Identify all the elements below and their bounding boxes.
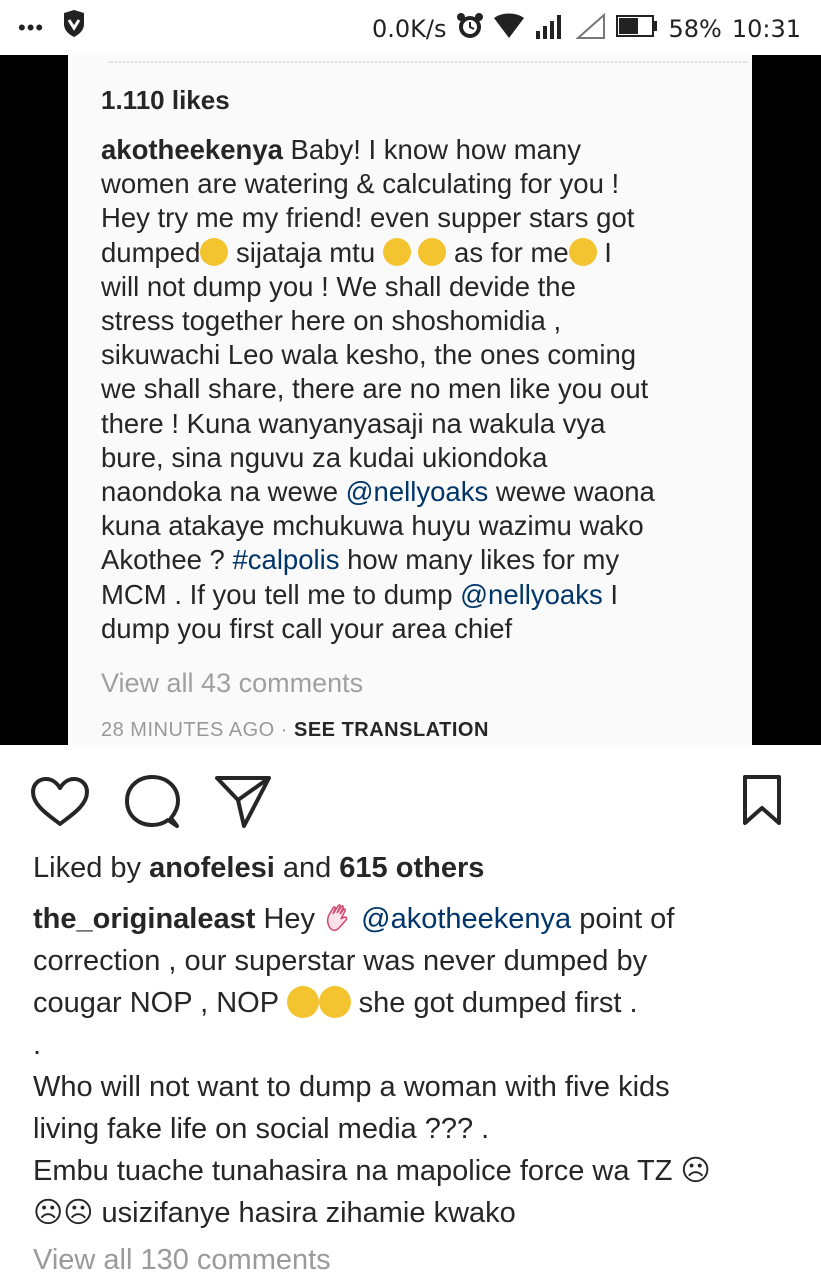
view-all-comments[interactable]: View all 130 comments xyxy=(33,1244,331,1277)
grinning-tears-emoji-icon xyxy=(318,986,351,1018)
screenshot-meta: 28 MINUTES AGO · SEE TRANSLATION xyxy=(101,719,489,741)
comment-icon[interactable] xyxy=(124,774,180,830)
screenshot-card: 1.110 likes akotheekenya Baby! I know ho… xyxy=(68,55,752,745)
wifi-icon xyxy=(494,13,525,45)
grinning-tears-emoji-icon xyxy=(286,986,319,1018)
screenshot-view-all-comments: View all 43 comments xyxy=(101,668,364,698)
liked-by: Liked by anofelesi and 615 others xyxy=(33,852,485,884)
battery-icon xyxy=(616,14,658,44)
action-bar xyxy=(0,768,821,828)
caption-username: akotheekenya xyxy=(101,134,283,165)
liked-by-user[interactable]: anofelesi xyxy=(149,852,275,884)
alarm-icon xyxy=(456,12,484,46)
caption-hashtag: #calpolis xyxy=(232,544,340,576)
bookmark-icon[interactable] xyxy=(742,774,782,826)
send-icon[interactable] xyxy=(214,774,272,830)
time-ago: 28 MINUTES AGO xyxy=(101,719,275,741)
battery-percent: 58% xyxy=(668,15,722,43)
thinking-emoji-icon xyxy=(418,237,447,266)
notification-dots: ••• xyxy=(18,15,45,40)
signal-icon xyxy=(534,13,566,45)
network-speed: 0.0K/s xyxy=(371,15,447,43)
eye-roll-emoji-icon xyxy=(568,237,597,266)
thinking-emoji-icon xyxy=(382,237,411,266)
status-bar: ••• 0.0K/s 58% 10:31 xyxy=(0,0,821,55)
thinking-emoji-icon xyxy=(200,237,229,266)
caption-author[interactable]: the_originaleast xyxy=(33,903,255,935)
caption-mention: @nellyoaks xyxy=(460,578,603,610)
caption-mention: @nellyoaks xyxy=(345,476,489,508)
wave-emoji-icon xyxy=(323,903,353,933)
screenshot-caption: akotheekenya Baby! I know how many women… xyxy=(101,134,655,644)
post-caption: the_originaleast Hey @akotheekenya point… xyxy=(33,903,711,1229)
caption-mention[interactable]: @akotheekenya xyxy=(361,903,571,935)
screenshot-likes: 1.110 likes xyxy=(101,85,230,115)
likes-count[interactable]: 615 others xyxy=(339,852,484,884)
heart-icon[interactable] xyxy=(30,776,90,828)
vpn-shield-icon xyxy=(62,10,86,46)
see-translation: SEE TRANSLATION xyxy=(294,719,489,741)
cropped-edge xyxy=(108,55,748,63)
signal-empty-icon xyxy=(575,12,606,45)
clock: 10:31 xyxy=(731,15,801,43)
post-image[interactable]: 1.110 likes akotheekenya Baby! I know ho… xyxy=(0,55,821,745)
